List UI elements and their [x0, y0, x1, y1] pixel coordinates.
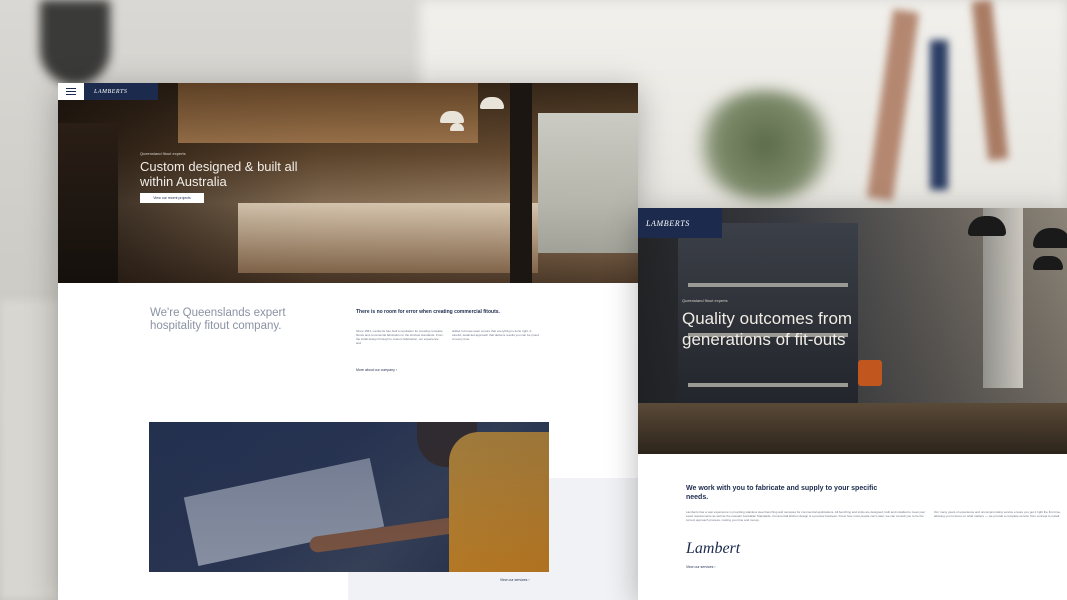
hero-pillar — [510, 83, 532, 283]
more-about-link[interactable]: More about our company › — [356, 368, 397, 372]
arrow-right-icon: › — [714, 565, 716, 569]
section-body-right: Our many years of experience and uncompr… — [934, 510, 1061, 519]
background-lamp — [40, 0, 110, 85]
background-plant — [690, 90, 840, 200]
hero-tables — [238, 203, 538, 273]
section-body-left: Lamberts has a vast experience in provid… — [686, 510, 926, 523]
hamburger-menu-icon[interactable] — [58, 83, 84, 100]
top-nav: LAMBERTS — [58, 83, 158, 100]
intro-body-right: skilled in-house team ensure that everyt… — [452, 329, 539, 341]
arrow-right-icon: › — [528, 578, 530, 582]
view-services-link[interactable]: View our services › — [500, 578, 530, 582]
fabrication-photo — [149, 422, 549, 572]
hero-shelf — [58, 123, 118, 283]
brand-logo[interactable]: LAMBERTS — [638, 208, 722, 238]
brand-logo[interactable]: LAMBERTS — [84, 83, 158, 100]
pendant-lamp — [450, 123, 464, 131]
view-projects-button[interactable]: View our recent projects — [140, 193, 204, 203]
view-services-link-label: View our services — [686, 565, 714, 569]
more-about-link-label: More about our company — [356, 368, 395, 372]
signature: Lambert — [686, 540, 741, 557]
background-chair — [930, 40, 948, 190]
intro-subheading: There is no room for error when creating… — [356, 309, 500, 315]
pendant-lamp — [1033, 228, 1067, 248]
intro-heading: We're Queenslands expert hospitality fit… — [150, 307, 286, 332]
view-services-link[interactable]: View our services › — [686, 565, 716, 569]
pendant-lamp — [480, 97, 504, 109]
background-wall — [0, 300, 60, 600]
hero-window — [538, 113, 638, 253]
hero-eyebrow: Queensland fitout experts — [140, 151, 186, 156]
hero-plant-pot — [858, 360, 882, 386]
intro-body-left: Since 1951, Lamberts has built a reputat… — [356, 329, 443, 345]
website-mockup-home: LAMBERTS Queensland fitout experts Custo… — [58, 83, 638, 600]
hero-ceiling — [178, 83, 478, 143]
arrow-right-icon: › — [395, 368, 398, 372]
hero-counter — [638, 403, 1067, 454]
hero-eyebrow: Queensland fitout experts — [682, 298, 728, 303]
pendant-lamp — [1033, 256, 1063, 270]
photo-overlay — [149, 422, 549, 572]
website-mockup-services: LAMBERTS Queensland fitout experts Quali… — [638, 208, 1067, 600]
section-heading: We work with you to fabricate and supply… — [686, 485, 878, 501]
pendant-lamp — [440, 111, 464, 123]
hero-title: Custom designed & built all within Austr… — [140, 159, 298, 189]
view-services-link-label: View our services — [500, 578, 528, 582]
hero-title: Quality outcomes from generations of fit… — [682, 309, 853, 349]
